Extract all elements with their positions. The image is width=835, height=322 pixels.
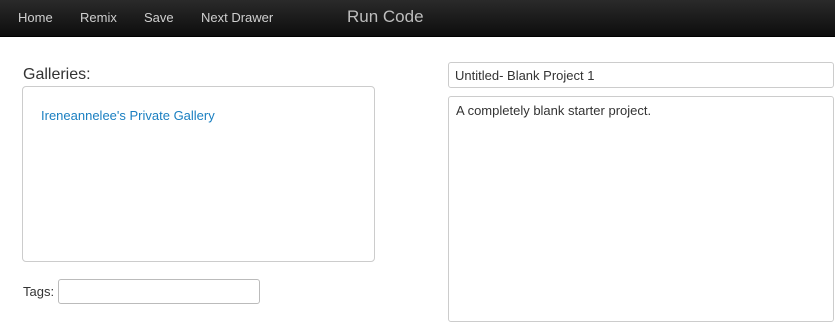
project-title-input[interactable] — [448, 62, 834, 88]
run-code-button[interactable]: Run Code — [347, 7, 424, 27]
project-description-textarea[interactable]: A completely blank starter project. — [448, 96, 834, 322]
gallery-item-private[interactable]: Ireneannelee's Private Gallery — [41, 108, 215, 123]
nav-home-link[interactable]: Home — [18, 10, 53, 25]
galleries-heading: Galleries: — [23, 66, 91, 83]
nav-remix-link[interactable]: Remix — [80, 10, 117, 25]
galleries-list: Ireneannelee's Private Gallery — [22, 86, 375, 262]
top-navbar: Home Remix Save Next Drawer Run Code — [0, 0, 835, 37]
nav-next-drawer-link[interactable]: Next Drawer — [201, 10, 273, 25]
tags-label: Tags: — [23, 284, 55, 299]
tags-input[interactable] — [58, 279, 260, 304]
nav-save-link[interactable]: Save — [144, 10, 174, 25]
